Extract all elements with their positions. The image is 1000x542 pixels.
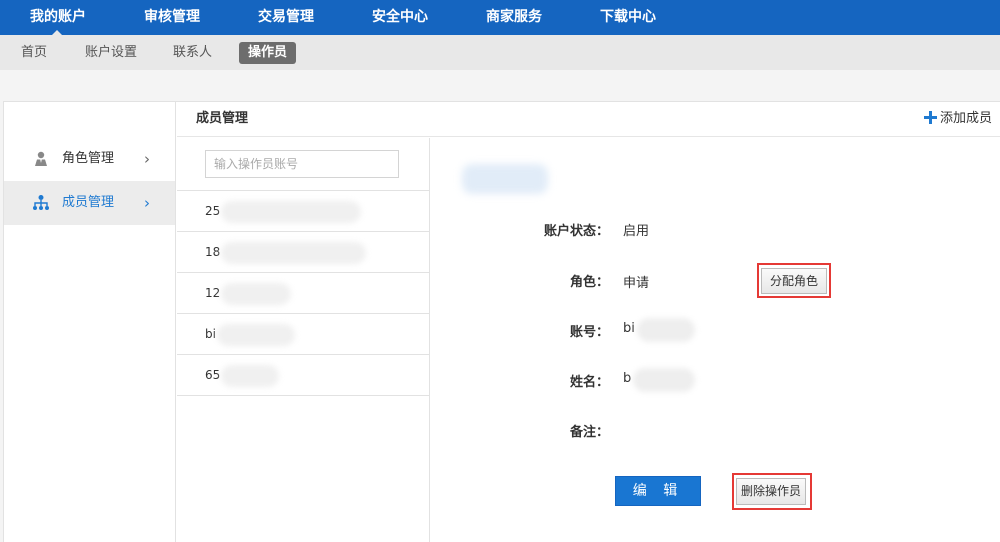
redacted-member-name — [462, 164, 548, 194]
topnav-merchant-services[interactable]: 商家服务 — [486, 0, 542, 35]
subnav-home[interactable]: 首页 — [21, 42, 47, 64]
topnav-review[interactable]: 审核管理 — [144, 0, 200, 35]
sidebar-item-member-management[interactable]: 成员管理 › — [4, 181, 175, 225]
redaction-blur — [221, 283, 291, 305]
list-item[interactable]: bi — [177, 313, 429, 354]
member-account: 12 — [205, 286, 221, 300]
member-account: bi — [205, 327, 216, 341]
add-member-button[interactable]: 添加成员 — [923, 102, 992, 136]
main-panel: 角色管理 › 成员管理 › 成员管理 添加成员 25 18 — [3, 101, 1000, 542]
status-value: 启用 — [623, 224, 650, 239]
list-item[interactable]: 65 — [177, 354, 429, 395]
redaction-blur — [221, 365, 279, 387]
account-value: bi — [623, 321, 635, 336]
member-account: 25 — [205, 204, 221, 218]
member-detail: 账户状态： 启用 角色： 申请 分配角色 账号： bi 姓名： b 备注： 编 … — [431, 138, 1000, 542]
sidebar-item-label: 成员管理 — [62, 195, 115, 210]
member-tree-icon — [33, 195, 49, 210]
redaction-blur — [633, 368, 695, 392]
section-title: 成员管理 — [196, 111, 249, 126]
note-label: 备注： — [569, 425, 609, 440]
account-label: 账号： — [569, 325, 609, 340]
redaction-blur — [637, 318, 695, 342]
subnav-account-settings[interactable]: 账户设置 — [85, 42, 137, 64]
list-item[interactable]: 18 — [177, 231, 429, 272]
plus-icon — [923, 111, 937, 124]
sub-nav: 首页 账户设置 联系人 操作员 — [0, 35, 1000, 70]
add-member-label: 添加成员 — [939, 111, 992, 126]
subnav-operators[interactable]: 操作员 — [239, 42, 297, 64]
role-value: 申请 — [623, 276, 650, 291]
name-value: b — [623, 371, 632, 386]
member-account: 65 — [205, 368, 221, 382]
chevron-right-icon: › — [144, 194, 150, 212]
top-nav: 我的账户 审核管理 交易管理 安全中心 商家服务 下载中心 — [0, 0, 1000, 35]
sidebar-item-role-management[interactable]: 角色管理 › — [4, 137, 175, 181]
topnav-transactions[interactable]: 交易管理 — [258, 0, 314, 35]
list-divider — [177, 395, 429, 396]
assign-role-button[interactable]: 分配角色 — [761, 268, 827, 294]
chevron-right-icon: › — [144, 150, 150, 168]
role-label: 角色： — [569, 275, 609, 290]
content-header: 成员管理 添加成员 — [177, 102, 1000, 137]
delete-operator-button[interactable]: 删除操作员 — [736, 478, 806, 505]
edit-button[interactable]: 编 辑 — [615, 476, 701, 506]
redaction-blur — [221, 201, 361, 223]
topnav-security[interactable]: 安全中心 — [372, 0, 428, 35]
member-account: 18 — [205, 245, 221, 259]
topnav-downloads[interactable]: 下载中心 — [600, 0, 656, 35]
left-menu: 角色管理 › 成员管理 › — [4, 102, 176, 542]
sidebar-item-label: 角色管理 — [62, 151, 115, 166]
operator-search-input[interactable] — [205, 150, 399, 178]
subnav-contacts[interactable]: 联系人 — [173, 42, 212, 64]
status-label: 账户状态： — [543, 224, 609, 239]
name-label: 姓名： — [569, 375, 609, 390]
member-list: 25 18 12 bi 65 — [177, 138, 430, 542]
redaction-blur — [217, 324, 295, 346]
redaction-blur — [221, 242, 366, 264]
list-item[interactable]: 25 — [177, 190, 429, 231]
assign-role-highlight: 分配角色 — [757, 263, 831, 298]
user-role-icon — [35, 151, 47, 166]
delete-operator-highlight: 删除操作员 — [732, 473, 812, 510]
list-item[interactable]: 12 — [177, 272, 429, 313]
